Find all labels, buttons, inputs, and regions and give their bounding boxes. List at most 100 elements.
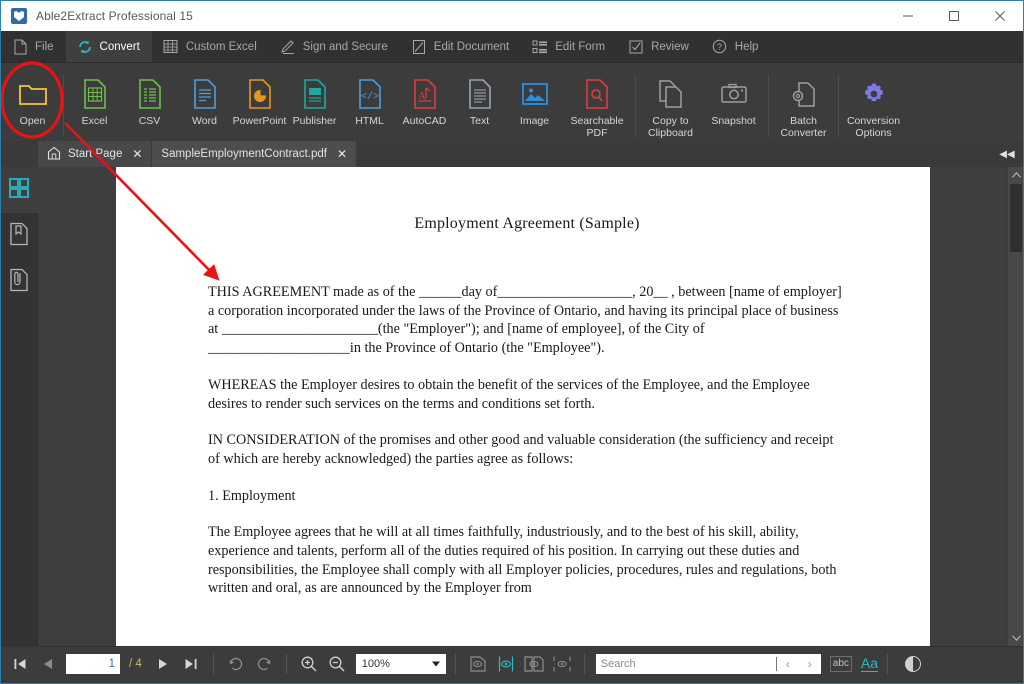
zoom-in-icon[interactable] [296,651,322,677]
search-previous-icon[interactable]: ‹ [777,654,799,674]
whole-word-toggle[interactable]: abc [830,656,852,672]
file-icon [12,39,28,55]
sidebar-item-attachments[interactable] [1,259,38,305]
document-paragraph: THIS AGREEMENT made as of the ______day … [208,283,846,358]
rotate-counterclockwise-icon[interactable] [251,651,277,677]
first-page-icon[interactable] [7,651,33,677]
ribbon-excel-button[interactable]: Excel [67,67,122,127]
bookmark-page-icon [9,222,29,251]
maximize-button[interactable] [931,1,977,31]
previous-page-icon[interactable] [35,651,61,677]
window-title: Able2Extract Professional 15 [36,9,193,23]
scroll-up-icon[interactable] [1008,167,1023,183]
zoom-level-select[interactable]: 100% [356,654,446,674]
contrast-toggle-icon[interactable] [897,651,923,677]
tab-review[interactable]: Review [617,31,701,62]
ribbon-excel-label: Excel [82,115,108,127]
tab-custom-excel-label: Custom Excel [186,41,257,53]
svg-text:?: ? [717,42,722,52]
match-case-toggle[interactable]: Aa [861,656,878,672]
tab-convert-label: Convert [100,41,140,53]
ribbon-snapshot-button[interactable]: Snapshot [702,67,765,127]
tab-edit-document[interactable]: Edit Document [400,31,521,62]
text-file-icon [468,77,492,111]
copy-clipboard-icon [658,77,684,111]
zoom-out-icon[interactable] [324,651,350,677]
searchable-pdf-icon [585,77,609,111]
ribbon-powerpoint-label: PowerPoint [233,115,287,127]
ribbon-autocad-button[interactable]: A AutoCAD [397,67,452,127]
ribbon-html-button[interactable]: </> HTML [342,67,397,127]
tab-help[interactable]: ? Help [701,31,771,62]
close-button[interactable] [977,1,1023,31]
facing-pages-view-icon[interactable] [521,651,547,677]
ribbon-word-label: Word [192,115,217,127]
tab-file[interactable]: File [1,31,66,62]
single-page-view-icon[interactable] [465,651,491,677]
document-viewer[interactable]: Employment Agreement (Sample) THIS AGREE… [38,167,1023,646]
ribbon-html-label: HTML [355,115,384,127]
image-file-icon [521,77,549,111]
search-box[interactable]: Search ‹ › [596,654,821,674]
ribbon-tab-bar: File Convert Custom Excel S [1,31,1023,63]
svg-text:A: A [418,91,426,102]
next-page-icon[interactable] [150,651,176,677]
sidebar-item-bookmarks[interactable] [1,213,38,259]
tab-custom-excel[interactable]: Custom Excel [152,31,269,62]
ribbon-batch-converter-button[interactable]: Batch Converter [772,67,835,139]
tab-edit-form[interactable]: Edit Form [521,31,617,62]
tab-sign-and-secure[interactable]: Sign and Secure [269,31,400,62]
ribbon-divider [63,75,64,137]
ribbon-csv-label: CSV [139,115,161,127]
scrollbar-thumb[interactable] [1010,184,1022,252]
convert-refresh-icon [77,39,93,55]
scroll-down-icon[interactable] [1008,630,1023,646]
ribbon-word-button[interactable]: Word [177,67,232,127]
continuous-facing-view-icon[interactable] [549,651,575,677]
ribbon-text-button[interactable]: Text [452,67,507,127]
ribbon-powerpoint-button[interactable]: PowerPoint [232,67,287,127]
pen-signature-icon [280,39,296,55]
collapse-ribbon-icon[interactable]: ◀◀ [995,141,1019,167]
word-file-icon [193,77,217,111]
close-icon[interactable]: ✕ [132,147,142,161]
ribbon-open-button[interactable]: Open [5,67,60,127]
search-next-icon[interactable]: › [799,654,821,674]
sidebar-item-thumbnails[interactable] [1,167,38,213]
publisher-file-icon [303,77,327,111]
vertical-scrollbar[interactable] [1007,167,1023,646]
document-tab-bar: Start Page ✕ SampleEmploymentContract.pd… [1,141,1023,167]
document-title: Employment Agreement (Sample) [208,215,846,233]
document-tab-sample-employment-contract[interactable]: SampleEmploymentContract.pdf ✕ [152,141,357,167]
document-tab-pdf-label: SampleEmploymentContract.pdf [161,148,327,160]
rotate-clockwise-icon[interactable] [223,651,249,677]
ribbon-image-button[interactable]: Image [507,67,562,127]
ribbon-searchable-pdf-button[interactable]: Searchable PDF [562,67,632,139]
document-paragraph: WHEREAS the Employer desires to obtain t… [208,376,846,413]
able2extract-logo-icon [11,8,27,24]
tab-sign-and-secure-label: Sign and Secure [303,41,388,53]
ribbon-toolbar: Open Excel CSV Word [1,63,1023,141]
ribbon-text-label: Text [470,115,489,127]
ribbon-csv-button[interactable]: CSV [122,67,177,127]
page-number-input[interactable]: 1 [66,654,120,674]
ribbon-publisher-button[interactable]: Publisher [287,67,342,127]
checkbox-review-icon [628,39,644,55]
minimize-button[interactable] [885,1,931,31]
close-icon[interactable]: ✕ [337,147,347,161]
powerpoint-file-icon [248,77,272,111]
ribbon-conversion-options-button[interactable]: Conversion Options [842,67,905,139]
continuous-page-view-icon[interactable] [493,651,519,677]
form-fields-icon [532,39,548,55]
ribbon-snapshot-label: Snapshot [711,115,755,127]
last-page-icon[interactable] [178,651,204,677]
status-divider [213,654,214,674]
ribbon-copy-to-clipboard-button[interactable]: Copy to Clipboard [639,67,702,139]
document-tab-start-page[interactable]: Start Page ✕ [38,141,152,167]
chevron-down-icon [432,661,440,666]
search-input[interactable]: Search [596,658,776,670]
window-controls [885,1,1023,31]
pdf-page: Employment Agreement (Sample) THIS AGREE… [116,167,930,646]
question-circle-icon: ? [712,39,728,55]
tab-convert[interactable]: Convert [66,31,152,62]
